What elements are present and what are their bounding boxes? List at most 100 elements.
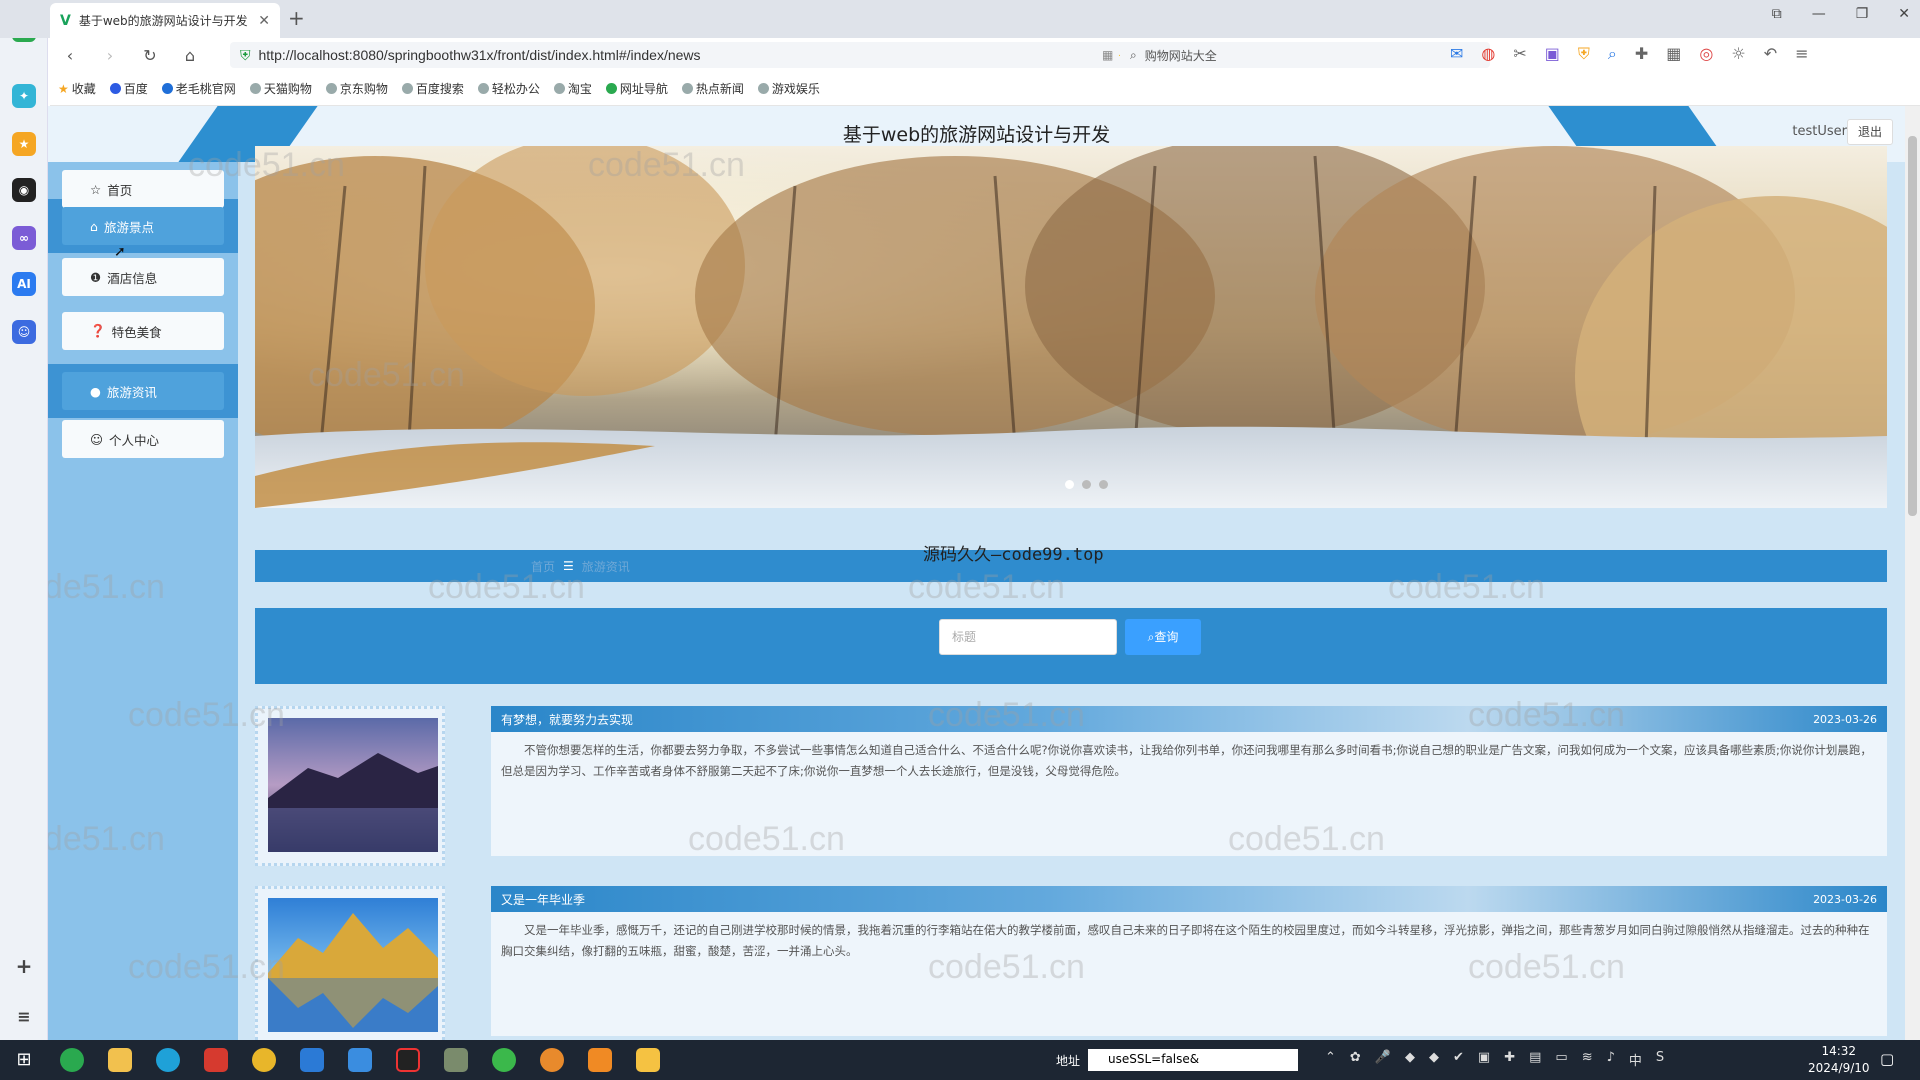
query-button[interactable]: ⌕查询 xyxy=(1125,619,1201,655)
wps-icon[interactable] xyxy=(192,1040,240,1080)
carousel-dot[interactable] xyxy=(1099,480,1108,489)
back-icon[interactable]: ‹ xyxy=(50,46,90,65)
wifi-icon[interactable]: ≋ xyxy=(1582,1050,1593,1069)
banner-carousel[interactable] xyxy=(255,146,1887,508)
tray-icon[interactable]: ◆ xyxy=(1429,1050,1439,1069)
search-tool-icon[interactable]: ⌕ xyxy=(1608,44,1617,64)
browser-taskbar-icon[interactable] xyxy=(48,1040,96,1080)
taskbar-address-input[interactable]: useSSL=false& xyxy=(1088,1049,1298,1071)
tray-icon[interactable]: ✚ xyxy=(1504,1050,1515,1069)
chrome-icon[interactable] xyxy=(240,1040,288,1080)
news-title[interactable]: 又是一年毕业季 xyxy=(501,891,585,908)
bookmark-games[interactable]: 游戏娱乐 xyxy=(757,80,820,97)
tray-icon[interactable]: ▣ xyxy=(1478,1050,1490,1069)
notification-icon[interactable]: ▢ xyxy=(1880,1050,1894,1068)
volume-icon[interactable]: ♪ xyxy=(1607,1050,1615,1069)
chevron-up-icon[interactable]: ⌃ xyxy=(1325,1050,1336,1069)
close-icon[interactable]: ✕ xyxy=(258,13,270,29)
clock[interactable]: 14:32 2024/9/10 xyxy=(1808,1043,1870,1077)
app-icon[interactable]: ✦ xyxy=(12,84,36,108)
restore-icon[interactable]: ❐ xyxy=(1856,6,1869,22)
mail-icon[interactable]: ✉ xyxy=(1450,44,1463,64)
undo-icon[interactable]: ↶ xyxy=(1764,44,1777,64)
brightness-icon[interactable]: ☼ xyxy=(1731,44,1745,64)
overlay-watermark: 源码久久—code99.top xyxy=(923,545,1104,565)
menu-item-hotels[interactable]: ❶ 酒店信息 xyxy=(62,258,224,296)
vscode-icon[interactable] xyxy=(288,1040,336,1080)
breadcrumb-home[interactable]: 首页 xyxy=(531,558,555,575)
news-title[interactable]: 有梦想，就要努力去实现 xyxy=(501,711,633,728)
news-item[interactable]: 又是一年毕业季 2023-03-26 又是一年毕业季，感慨万千，还记的自己刚进学… xyxy=(255,886,1887,1040)
bookmark-laomaotao[interactable]: 老毛桃官网 xyxy=(161,80,236,97)
tray-icon[interactable]: S xyxy=(1656,1050,1664,1069)
list-icon[interactable]: ≡ xyxy=(12,1004,36,1028)
tray-icon[interactable]: ◆ xyxy=(1405,1050,1415,1069)
home-icon[interactable]: ⌂ xyxy=(170,46,210,65)
sublime-icon[interactable] xyxy=(576,1040,624,1080)
battery-icon[interactable]: ▭ xyxy=(1555,1050,1567,1069)
start-icon[interactable]: ⊞ xyxy=(0,1040,48,1080)
carousel-dot[interactable] xyxy=(1065,480,1074,489)
translate-icon[interactable]: ▣ xyxy=(1545,44,1560,64)
weibo-icon[interactable]: ◍ xyxy=(1481,44,1495,64)
scrollbar-thumb[interactable] xyxy=(1908,136,1917,516)
favorites-icon[interactable]: ★ xyxy=(12,132,36,156)
banner-image xyxy=(255,146,1887,508)
tab-title: 基于web的旅游网站设计与开发 xyxy=(78,14,248,28)
camera-icon[interactable] xyxy=(432,1040,480,1080)
security-icon[interactable]: ⛨ xyxy=(1578,44,1590,64)
ime-icon[interactable]: 中 xyxy=(1629,1050,1642,1069)
tray-icon[interactable]: ✔ xyxy=(1453,1050,1464,1069)
menu-item-attractions[interactable]: ⌂ 旅游景点 xyxy=(62,207,224,245)
window-close-icon[interactable]: ✕ xyxy=(1898,6,1910,22)
intellij-icon[interactable] xyxy=(384,1040,432,1080)
wechat-icon[interactable] xyxy=(480,1040,528,1080)
new-tab-icon[interactable]: + xyxy=(288,6,305,30)
menu-item-news[interactable]: ● 旅游资讯 xyxy=(62,372,224,410)
ai-icon[interactable]: ∞ xyxy=(12,226,36,250)
tray-icon[interactable]: ✿ xyxy=(1350,1050,1361,1069)
game-icon[interactable]: ◉ xyxy=(12,178,36,202)
title-search-input[interactable]: 标题 xyxy=(939,619,1117,655)
menu-icon[interactable]: ≡ xyxy=(1795,44,1808,64)
carousel-dot[interactable] xyxy=(1082,480,1091,489)
news-item[interactable]: 有梦想，就要努力去实现 2023-03-26 不管你想要怎样的生活，你都要去努力… xyxy=(255,706,1887,866)
address-url: http://localhost:8080/springboothw31x/fr… xyxy=(258,47,701,63)
microphone-icon[interactable]: 🎤 xyxy=(1375,1050,1391,1069)
logout-button[interactable]: 退出 xyxy=(1847,119,1893,145)
bookmark-taobao[interactable]: 淘宝 xyxy=(553,80,592,97)
browser-search-box[interactable]: ⌕ 购物网站大全 xyxy=(1120,42,1490,68)
bookmark-baidu[interactable]: 百度 xyxy=(109,80,148,97)
edge-icon[interactable] xyxy=(144,1040,192,1080)
scissors-icon[interactable]: ✂ xyxy=(1513,44,1526,64)
pin-icon[interactable]: ⧉ xyxy=(1772,6,1782,22)
add-icon[interactable]: + xyxy=(12,954,36,978)
bookmark-tmall[interactable]: 天猫购物 xyxy=(249,80,312,97)
app-icon[interactable] xyxy=(624,1040,672,1080)
color-icon[interactable]: ◎ xyxy=(1699,44,1713,64)
minimize-icon[interactable]: — xyxy=(1812,6,1826,22)
app-icon[interactable] xyxy=(528,1040,576,1080)
app-icon[interactable] xyxy=(336,1040,384,1080)
reload-icon[interactable]: ↻ xyxy=(130,46,170,65)
forward-icon[interactable]: › xyxy=(90,46,130,65)
bookmark-nav[interactable]: 网址导航 xyxy=(605,80,668,97)
ai-assistant-icon[interactable]: AI xyxy=(12,272,36,296)
bookmark-baidu-search[interactable]: 百度搜索 xyxy=(401,80,464,97)
bookmark-favorites[interactable]: ★ 收藏 xyxy=(58,80,96,97)
extensions-icon[interactable]: ✚ xyxy=(1635,44,1648,64)
grid-icon[interactable]: ▦ xyxy=(1666,44,1681,64)
tray-icon[interactable]: ▤ xyxy=(1529,1050,1541,1069)
menu-item-food[interactable]: ❓ 特色美食 xyxy=(62,312,224,350)
address-bar[interactable]: ⛨ http://localhost:8080/springboothw31x/… xyxy=(230,42,1155,68)
bookmark-office[interactable]: 轻松办公 xyxy=(477,80,540,97)
menu-item-home[interactable]: ☆ 首页 xyxy=(62,170,224,208)
vertical-scrollbar[interactable] xyxy=(1905,106,1920,1040)
bookmark-jd[interactable]: 京东购物 xyxy=(325,80,388,97)
news-body: 有梦想，就要努力去实现 2023-03-26 不管你想要怎样的生活，你都要去努力… xyxy=(491,706,1887,856)
bookmark-news[interactable]: 热点新闻 xyxy=(681,80,744,97)
browser-tab[interactable]: V 基于web的旅游网站设计与开发 ✕ xyxy=(50,3,280,38)
chat-icon[interactable]: ☺ xyxy=(12,320,36,344)
menu-item-profile[interactable]: ☺ 个人中心 xyxy=(62,420,224,458)
explorer-icon[interactable] xyxy=(96,1040,144,1080)
